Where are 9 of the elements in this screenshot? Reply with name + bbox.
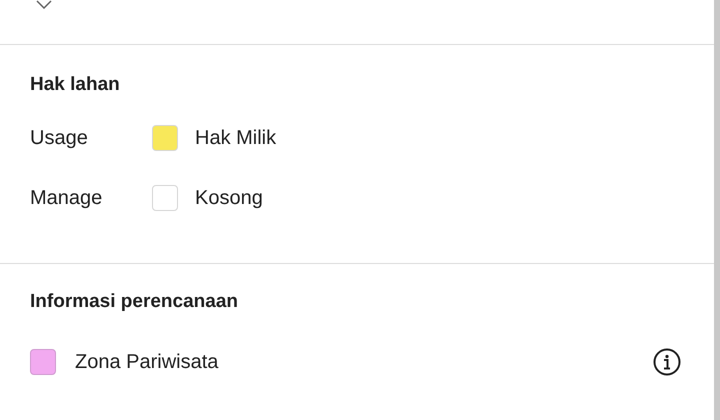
info-icon[interactable] [653,348,681,376]
scrollbar[interactable] [714,0,720,420]
row-value: Hak Milik [195,126,276,151]
row-label: Usage [30,126,89,151]
row-label: Manage [30,186,104,211]
zone-label: Zona Pariwisata [75,350,220,375]
section-title: Hak lahan [30,73,121,97]
row-value: Kosong [195,186,263,211]
section-title: Informasi perencanaan [30,290,240,314]
